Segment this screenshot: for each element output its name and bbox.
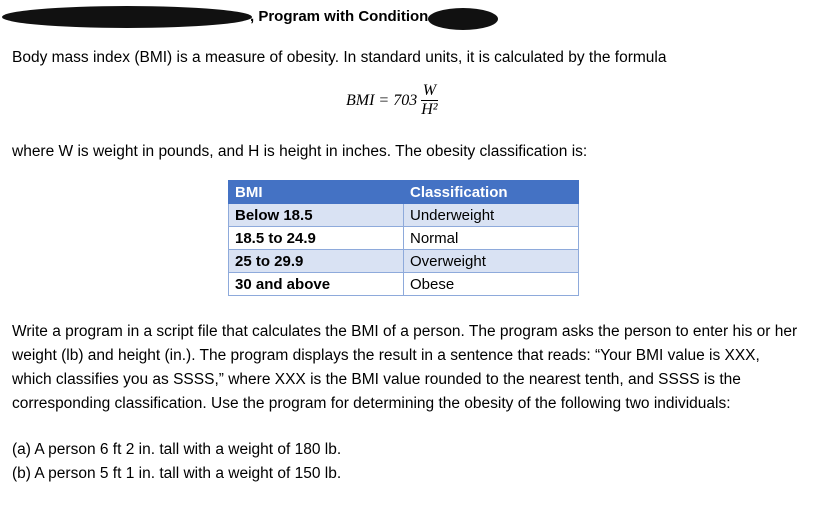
table-row: 30 and above Obese xyxy=(228,272,579,296)
problem-text: Write a program in a script file that ca… xyxy=(12,323,798,412)
redaction-left xyxy=(2,6,252,28)
cell: Overweight xyxy=(403,249,579,273)
cell: 18.5 to 24.9 xyxy=(228,226,404,250)
table-row: 25 to 29.9 Overweight xyxy=(228,249,579,273)
bmi-formula: BMI = 703 W H² xyxy=(346,82,440,119)
redaction-right xyxy=(428,8,498,30)
formula-lhs: BMI = 703 xyxy=(346,91,418,109)
cell: Obese xyxy=(403,272,579,296)
cell: 25 to 29.9 xyxy=(228,249,404,273)
header-classification: Classification xyxy=(403,180,579,204)
cell: Underweight xyxy=(403,203,579,227)
cell: 30 and above xyxy=(228,272,404,296)
classification-table: BMI Classification Below 18.5 Underweight … xyxy=(228,180,579,296)
cell: Normal xyxy=(403,226,579,250)
where-text: where W is weight in pounds, and H is he… xyxy=(12,143,588,160)
formula-denominator: H² xyxy=(421,101,438,118)
table-row: Below 18.5 Underweight xyxy=(228,203,579,227)
header-bmi: BMI xyxy=(228,180,404,204)
case-a: (a) A person 6 ft 2 in. tall with a weig… xyxy=(12,441,342,458)
intro-text: Body mass index (BMI) is a measure of ob… xyxy=(12,49,667,66)
case-b: (b) A person 5 ft 1 in. tall with a weig… xyxy=(12,465,342,482)
table-row: 18.5 to 24.9 Normal xyxy=(228,226,579,250)
formula-numerator: W xyxy=(420,82,439,101)
page-title: , Program with Condition xyxy=(250,8,429,25)
cell: Below 18.5 xyxy=(228,203,404,227)
